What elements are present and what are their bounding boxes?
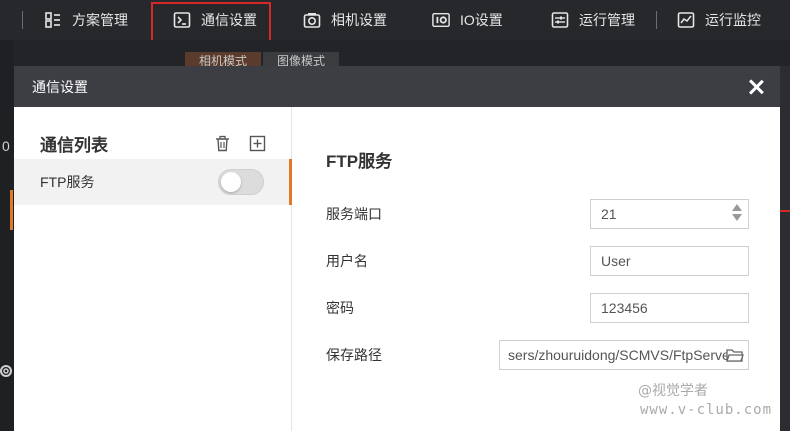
add-icon[interactable] xyxy=(249,135,266,152)
ftp-service-toggle[interactable] xyxy=(218,169,264,195)
toolbar-label: 相机设置 xyxy=(331,12,387,28)
section-title: FTP服务 xyxy=(326,152,393,171)
top-toolbar: 方案管理 通信设置 相机设置 IO设置 运行管理 运行监控 xyxy=(0,0,790,42)
selection-highlight xyxy=(151,2,271,42)
toolbar-label: IO设置 xyxy=(460,12,503,28)
list-item-label: FTP服务 xyxy=(40,174,95,190)
toolbar-run-monitoring[interactable]: 运行监控 xyxy=(677,0,761,40)
dialog-header: 通信设置 xyxy=(14,66,780,107)
list-item-ftp-service[interactable]: FTP服务 xyxy=(14,159,292,205)
toolbar-scheme-management[interactable]: 方案管理 xyxy=(44,0,128,40)
toolbar-separator xyxy=(22,11,23,29)
save-path-value: sers/zhouruidong/SCMVS/FtpServer xyxy=(508,347,735,363)
background-red-mark xyxy=(780,210,790,212)
trash-icon[interactable] xyxy=(214,135,231,152)
io-icon xyxy=(432,12,450,28)
communication-list-pane: 通信列表 FTP服务 xyxy=(14,107,292,431)
background-panel xyxy=(0,40,790,66)
password-field[interactable]: 123456 xyxy=(590,293,749,323)
password-value: 123456 xyxy=(601,300,648,316)
save-path-field[interactable]: sers/zhouruidong/SCMVS/FtpServer xyxy=(499,340,749,370)
communication-settings-dialog: 通信设置 通信列表 FTP服务 FTP服务 服务端口 21 用户名 User 密… xyxy=(14,66,780,431)
username-value: User xyxy=(601,253,631,269)
monitor-icon xyxy=(677,12,695,28)
background-accent-bar xyxy=(10,190,13,230)
watermark-handle: @视觉学者 xyxy=(638,383,708,399)
dialog-title: 通信设置 xyxy=(32,78,88,95)
port-value: 21 xyxy=(601,206,617,222)
list-actions xyxy=(214,135,266,152)
close-icon[interactable] xyxy=(748,79,764,95)
camera-icon xyxy=(303,13,321,28)
save-path-label: 保存路径 xyxy=(326,347,382,363)
chevron-up-icon[interactable] xyxy=(732,204,742,211)
background-number: 0 xyxy=(2,138,10,154)
communication-list-title: 通信列表 xyxy=(40,136,108,155)
chevron-down-icon[interactable] xyxy=(732,214,742,221)
username-field[interactable]: User xyxy=(590,246,749,276)
toolbar-label: 方案管理 xyxy=(72,12,128,28)
username-label: 用户名 xyxy=(326,253,368,269)
stepper-arrows[interactable] xyxy=(732,204,742,224)
toolbar-io-settings[interactable]: IO设置 xyxy=(432,0,503,40)
port-stepper[interactable]: 21 xyxy=(590,199,749,229)
scheme-icon xyxy=(45,12,60,28)
port-label: 服务端口 xyxy=(326,206,382,222)
watermark-url: www.v-club.com xyxy=(640,402,773,418)
communication-list-header: 通信列表 xyxy=(40,131,266,156)
password-label: 密码 xyxy=(326,300,354,316)
toolbar-camera-settings[interactable]: 相机设置 xyxy=(303,0,387,40)
sliders-icon xyxy=(551,12,569,28)
toolbar-label: 运行管理 xyxy=(579,12,635,28)
toolbar-label: 运行监控 xyxy=(705,12,761,28)
toolbar-run-management[interactable]: 运行管理 xyxy=(551,0,635,40)
folder-icon[interactable] xyxy=(726,347,744,363)
toggle-knob xyxy=(221,172,241,192)
toolbar-separator xyxy=(656,11,657,29)
